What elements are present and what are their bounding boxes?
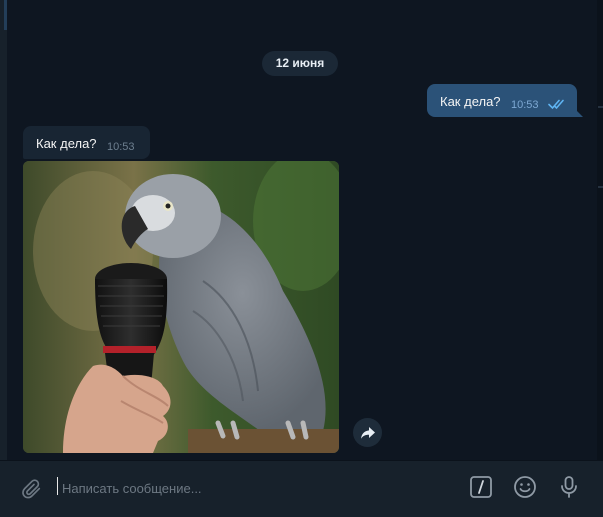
outgoing-message[interactable]: Как дела? 10:53 <box>427 84 583 117</box>
microphone-icon <box>561 476 577 498</box>
attach-button[interactable] <box>19 476 45 502</box>
edge-tick <box>598 186 603 188</box>
incoming-message[interactable]: Как дела? 10:53 <box>23 126 150 159</box>
photo-message[interactable] <box>23 161 339 453</box>
right-panel-edge <box>597 0 603 460</box>
bot-commands-icon <box>470 476 492 498</box>
message-text: Как дела? <box>440 94 501 109</box>
message-input[interactable] <box>60 471 454 505</box>
emoji-button[interactable] <box>512 474 538 500</box>
edge-tick <box>598 106 603 108</box>
text-cursor <box>57 477 58 495</box>
message-time: 10:53 <box>107 141 135 153</box>
double-check-icon <box>548 99 564 110</box>
scroll-indicator <box>4 0 7 30</box>
date-separator: 12 июня <box>262 51 338 76</box>
voice-message-button[interactable] <box>556 474 582 500</box>
emoji-icon <box>514 476 536 498</box>
paperclip-icon <box>22 479 41 499</box>
parrot-with-microphone-photo <box>23 161 339 453</box>
bubble-tail <box>575 109 583 117</box>
bot-commands-button[interactable] <box>468 474 494 500</box>
forward-button[interactable] <box>353 418 382 447</box>
forward-icon <box>360 426 375 439</box>
message-text: Как дела? <box>36 136 97 151</box>
message-composer <box>0 460 603 517</box>
left-panel-edge <box>0 0 7 460</box>
message-time: 10:53 <box>511 99 539 111</box>
